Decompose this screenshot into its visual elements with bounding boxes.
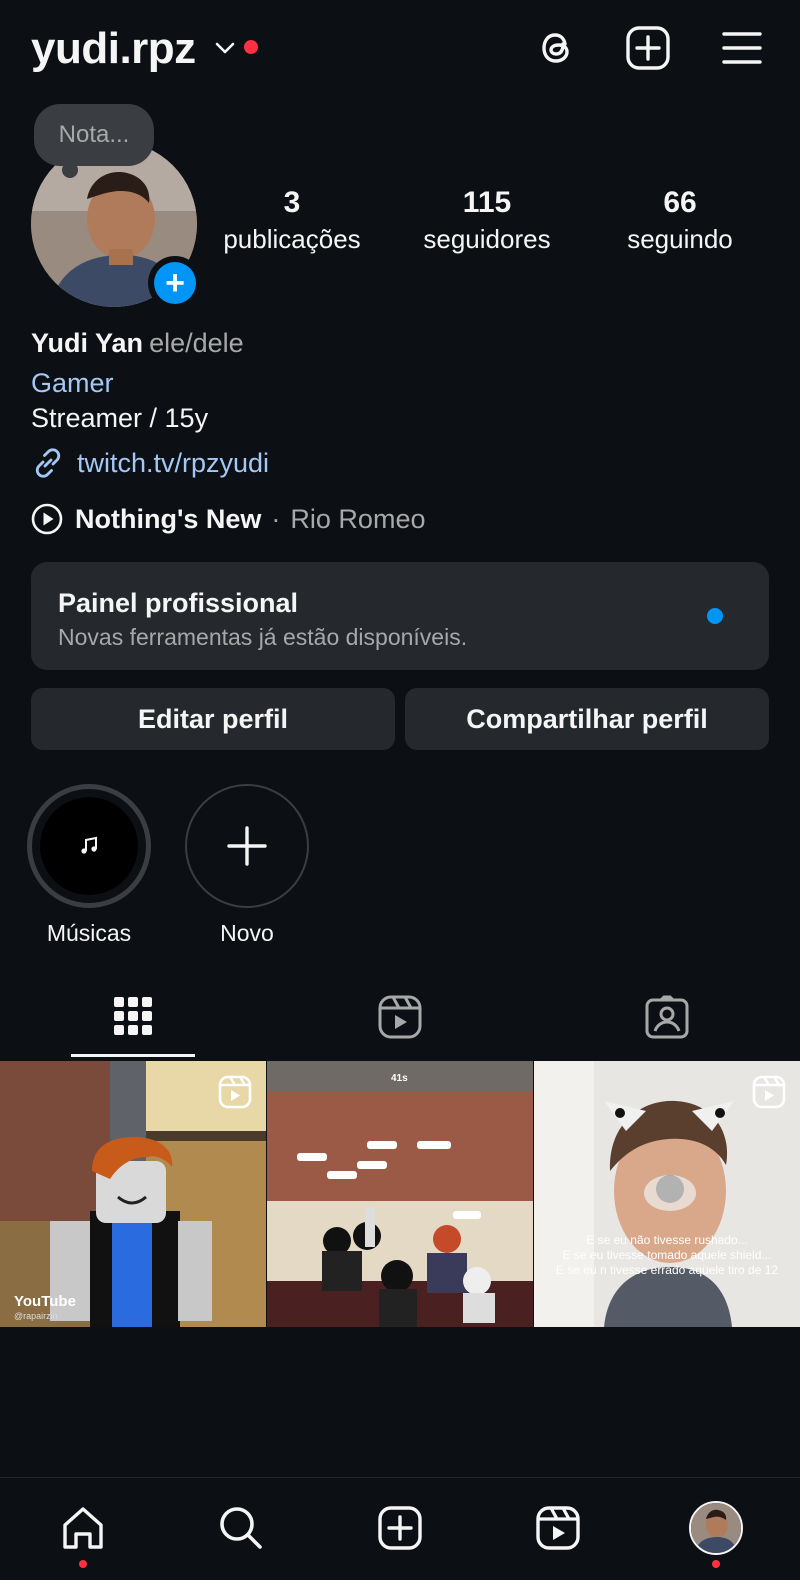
stat-posts-label: publicações (223, 224, 361, 254)
reel-badge-icon (752, 1075, 786, 1109)
profile-avatar (689, 1501, 743, 1555)
tagged-icon (645, 995, 689, 1039)
post-overlay-text: YouTube (14, 1293, 76, 1310)
profile-notification-dot (712, 1560, 720, 1568)
note-bubble[interactable]: Nota... (34, 104, 154, 166)
chevron-down-icon[interactable] (214, 40, 236, 56)
plus-icon: + (154, 262, 196, 304)
stat-posts-count: 3 (283, 186, 301, 219)
nav-home[interactable] (53, 1498, 113, 1558)
post-overlay-caption: E se eu não tivesse rushado... E se eu t… (542, 1233, 792, 1278)
profile-name: Yudi Yan ele/dele (31, 328, 244, 359)
profile-music[interactable]: Nothing's New · Rio Romeo (31, 503, 425, 535)
nav-search[interactable] (211, 1498, 271, 1558)
threads-icon[interactable] (532, 24, 580, 72)
dashboard-title: Painel profissional (58, 588, 299, 618)
plus-icon (227, 826, 267, 866)
highlight-musicas[interactable]: Músicas (27, 784, 151, 947)
reel-badge-icon (218, 1075, 252, 1109)
post-overlay-text: 41s (391, 1073, 408, 1084)
stat-posts[interactable]: 3 publicações (197, 186, 387, 255)
notification-dot (244, 40, 258, 54)
play-circle-icon (31, 503, 63, 535)
reels-icon (536, 1506, 580, 1550)
home-notification-dot (79, 1560, 87, 1568)
caption-line: E se eu tivesse tomado aquele shield... (562, 1248, 772, 1262)
add-story-button[interactable]: + (148, 256, 202, 310)
share-profile-button[interactable]: Compartilhar perfil (405, 688, 769, 750)
professional-dashboard[interactable]: Painel profissional Novas ferramentas já… (31, 562, 769, 670)
nav-profile[interactable] (686, 1498, 746, 1558)
post-thumbnail[interactable]: E se eu não tivesse rushado... E se eu t… (534, 1061, 800, 1327)
posts-grid: YouTube @rapairzin 41s E se eu não tives… (0, 1061, 800, 1327)
caption-line: E se eu n tivesse errado aquele tiro de … (555, 1263, 779, 1277)
highlight-ring (185, 784, 309, 908)
search-icon (220, 1507, 262, 1549)
music-artist: Rio Romeo (290, 503, 426, 534)
grid-icon (114, 997, 152, 1035)
home-icon (63, 1507, 103, 1549)
highlight-new[interactable]: Novo (185, 784, 309, 947)
tab-tagged[interactable] (534, 984, 800, 1060)
link-icon (35, 448, 61, 478)
stat-followers-count: 115 (462, 186, 512, 219)
post-thumbnail[interactable]: 41s (267, 1061, 533, 1327)
highlight-label: Novo (220, 920, 274, 946)
create-icon (378, 1506, 422, 1550)
caption-line: E se eu não tivesse rushado... (586, 1233, 748, 1247)
music-note-icon (40, 797, 138, 895)
new-post-icon[interactable] (624, 24, 672, 72)
active-tab-indicator (71, 1054, 195, 1057)
post-thumbnail[interactable]: YouTube @rapairzin (0, 1061, 266, 1327)
menu-icon[interactable] (718, 24, 766, 72)
profile-bio: Streamer / 15y (31, 403, 209, 433)
dashboard-subtitle: Novas ferramentas já estão disponíveis. (58, 624, 468, 650)
highlight-ring (27, 784, 151, 908)
pronouns: ele/dele (149, 328, 244, 358)
note-bubble-tail (62, 162, 78, 178)
edit-profile-button[interactable]: Editar perfil (31, 688, 395, 750)
stat-following-label: seguindo (627, 224, 733, 254)
top-bar: yudi.rpz (0, 0, 800, 100)
new-indicator-dot (707, 608, 723, 624)
highlight-label: Músicas (46, 920, 132, 946)
tab-posts-grid[interactable] (0, 984, 266, 1060)
profile-tabs (0, 984, 800, 1060)
profile-category[interactable]: Gamer (31, 368, 114, 399)
post-overlay-text: @rapairzin (14, 1311, 58, 1321)
full-name: Yudi Yan (31, 328, 144, 358)
stat-followers[interactable]: 115 seguidores (392, 186, 582, 255)
tab-reels[interactable] (267, 984, 533, 1060)
music-title: Nothing's New (75, 503, 262, 534)
stat-following-count: 66 (663, 186, 697, 219)
account-switcher-username[interactable]: yudi.rpz (31, 24, 196, 74)
stat-followers-label: seguidores (423, 224, 551, 254)
stat-following[interactable]: 66 seguindo (585, 186, 775, 255)
bottom-navigation (0, 1477, 800, 1580)
reels-icon (378, 995, 422, 1039)
nav-create[interactable] (370, 1498, 430, 1558)
nav-reels[interactable] (528, 1498, 588, 1558)
profile-link-text: twitch.tv/rpzyudi (77, 447, 270, 478)
music-separator: · (271, 503, 281, 534)
profile-link[interactable]: twitch.tv/rpzyudi (31, 446, 269, 480)
